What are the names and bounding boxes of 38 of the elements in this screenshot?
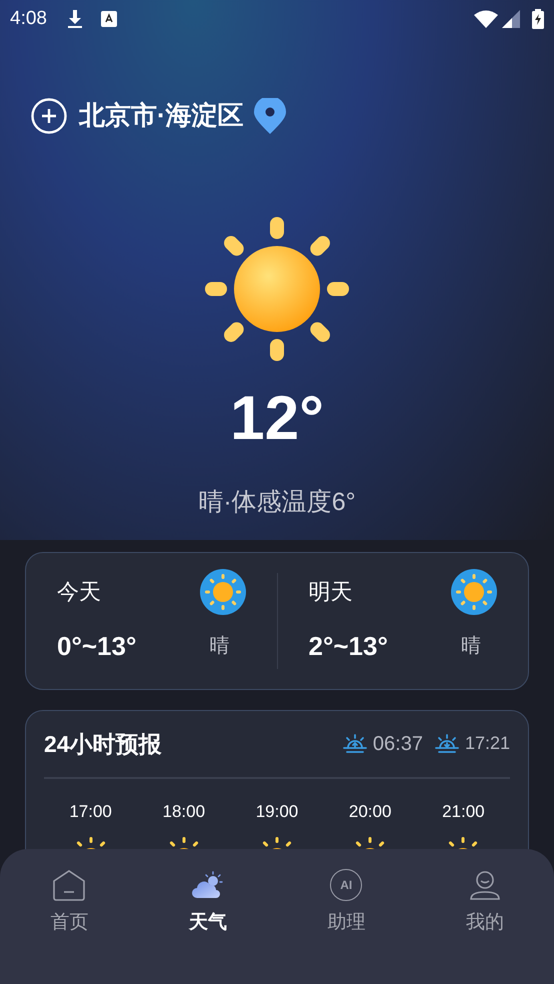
nav-tab[interactable]: 我的: [440, 867, 530, 938]
day-condition: 晴: [210, 634, 230, 659]
hour-time: 19:00: [256, 801, 298, 823]
sunset-time: 17:21: [464, 732, 510, 756]
hourly-title: 24小时预报: [44, 730, 162, 758]
day-label: 今天: [57, 578, 101, 606]
ai-chat-icon: AI: [330, 869, 362, 901]
location-pin-icon: [254, 98, 286, 134]
sunrise-time: 06:37: [372, 732, 423, 757]
sun-icon: [200, 568, 246, 614]
hour-time: 20:00: [348, 801, 392, 823]
temperature-range: 2°~13°: [308, 630, 388, 662]
home-icon: [52, 869, 86, 901]
day-label: 明天: [308, 578, 352, 606]
weather-summary: 晴·体感温度6°: [197, 487, 357, 518]
user-icon: [468, 869, 501, 901]
sunrise-icon: [342, 734, 367, 754]
hour-time: 21:00: [442, 801, 485, 823]
download-icon: [66, 9, 83, 29]
keyboard-icon: [100, 11, 117, 27]
current-temperature: 12°: [229, 383, 325, 455]
nav-tab[interactable]: AI 助理: [301, 867, 392, 938]
battery-icon: [532, 9, 544, 29]
signal-icon: [502, 10, 520, 28]
hour-time: 18:00: [162, 801, 206, 823]
sun-icon: [203, 215, 351, 363]
cloud-sun-icon: [190, 871, 225, 899]
location-name[interactable]: 北京市·海淀区: [79, 96, 244, 135]
add-icon[interactable]: [31, 98, 67, 134]
hour-time: 17:00: [69, 801, 112, 823]
sun-icon: [451, 568, 497, 614]
temperature-range: 0°~13°: [57, 630, 136, 662]
sunset-icon: [434, 734, 459, 754]
nav-tab[interactable]: 天气: [162, 867, 253, 938]
day-condition: 晴: [461, 634, 481, 659]
nav-tab[interactable]: 首页: [24, 867, 114, 938]
status-time: 4:08: [10, 6, 47, 31]
wifi-icon: [474, 10, 498, 28]
